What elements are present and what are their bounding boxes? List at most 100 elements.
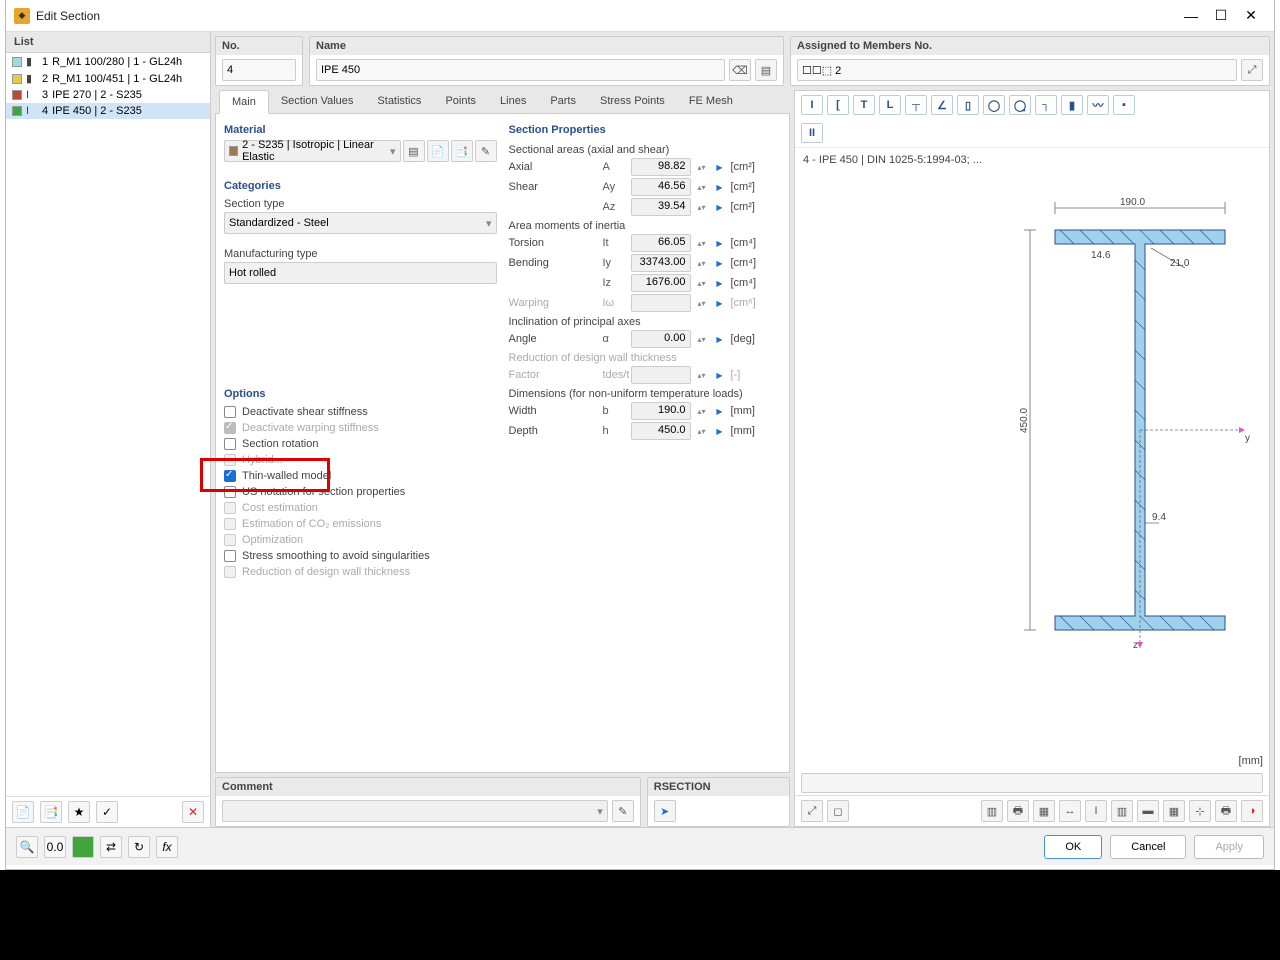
prop-value[interactable]: 450.0 bbox=[631, 422, 691, 440]
prop-value[interactable]: 66.05 bbox=[631, 234, 691, 252]
tab-main[interactable]: Main bbox=[219, 90, 269, 114]
shape-button[interactable]: ▮ bbox=[1061, 95, 1083, 115]
view-opt1-icon[interactable]: ▥ bbox=[981, 800, 1003, 822]
option-checkbox[interactable]: Deactivate shear stiffness bbox=[224, 404, 497, 420]
comment-edit-icon[interactable]: ✎ bbox=[612, 800, 634, 822]
material-library-icon[interactable]: ▤ bbox=[403, 140, 425, 162]
tab-section-values[interactable]: Section Values bbox=[269, 90, 366, 113]
section-no-input[interactable] bbox=[222, 59, 296, 81]
list-item[interactable]: ▮1R_M1 100/280 | 1 - GL24h bbox=[6, 53, 210, 70]
shape-button[interactable]: ┬ bbox=[905, 95, 927, 115]
option-checkbox[interactable]: US notation for section properties bbox=[224, 484, 497, 500]
prop-value[interactable]: 1676.00 bbox=[631, 274, 691, 292]
tab-parts[interactable]: Parts bbox=[538, 90, 588, 113]
shape-button[interactable]: ┐ bbox=[1035, 95, 1057, 115]
shape-button[interactable]: L bbox=[879, 95, 901, 115]
tree-button[interactable]: ⇄ bbox=[100, 836, 122, 858]
apply-icon[interactable]: ▶ bbox=[713, 407, 727, 416]
option-checkbox[interactable]: Stress smoothing to avoid singularities bbox=[224, 548, 497, 564]
rsection-open-icon[interactable]: ➤ bbox=[654, 800, 676, 822]
shape-button[interactable]: ◯̱ bbox=[1009, 95, 1031, 115]
material-new-icon[interactable]: 📄 bbox=[427, 140, 449, 162]
color-button[interactable] bbox=[72, 836, 94, 858]
view-reset-icon[interactable]: ◻ bbox=[827, 800, 849, 822]
preview-filter-select[interactable] bbox=[801, 773, 1263, 793]
apply-icon[interactable]: ▶ bbox=[713, 259, 727, 268]
shape-button[interactable]: ∠ bbox=[931, 95, 953, 115]
comment-input[interactable]: ▾ bbox=[222, 800, 608, 822]
section-list[interactable]: ▮1R_M1 100/280 | 1 - GL24h▮2R_M1 100/451… bbox=[6, 53, 210, 796]
spinner-icon[interactable]: ▴▾ bbox=[695, 259, 709, 268]
shape-button[interactable]: I bbox=[801, 95, 823, 115]
maximize-button[interactable]: ☐ bbox=[1206, 7, 1236, 24]
spinner-icon[interactable]: ▴▾ bbox=[695, 239, 709, 248]
tab-statistics[interactable]: Statistics bbox=[365, 90, 433, 113]
check-button[interactable]: ✓ bbox=[96, 801, 118, 823]
pick-members-icon[interactable]: ⤢ bbox=[1241, 59, 1263, 81]
wire-icon[interactable]: ▥ bbox=[1111, 800, 1133, 822]
section-icon[interactable]: I bbox=[1085, 800, 1107, 822]
spinner-icon[interactable]: ▴▾ bbox=[695, 407, 709, 416]
new-button[interactable]: 📄 bbox=[12, 801, 34, 823]
shape-button[interactable]: ▯ bbox=[957, 95, 979, 115]
apply-icon[interactable]: ▶ bbox=[713, 427, 727, 436]
shape-button[interactable]: 〰 bbox=[1087, 95, 1109, 115]
units-button[interactable]: 0.0 bbox=[44, 836, 66, 858]
option-checkbox[interactable]: Thin-walled model bbox=[224, 468, 497, 484]
apply-icon[interactable]: ▶ bbox=[713, 203, 727, 212]
dim-icon[interactable]: ↔ bbox=[1059, 800, 1081, 822]
refresh-button[interactable]: ↻ bbox=[128, 836, 150, 858]
tab-lines[interactable]: Lines bbox=[488, 90, 538, 113]
view-fit-icon[interactable]: ⤢ bbox=[801, 800, 823, 822]
material-copy-icon[interactable]: 📑 bbox=[451, 140, 473, 162]
shape-button[interactable]: II bbox=[801, 123, 823, 143]
option-checkbox[interactable]: Section rotation bbox=[224, 436, 497, 452]
tab-fe-mesh[interactable]: FE Mesh bbox=[677, 90, 745, 113]
apply-icon[interactable]: ▶ bbox=[713, 163, 727, 172]
apply-icon[interactable]: ▶ bbox=[713, 335, 727, 344]
tab-points[interactable]: Points bbox=[433, 90, 488, 113]
edit-name-icon[interactable]: ⌫ bbox=[729, 59, 751, 81]
list-item[interactable]: I4IPE 450 | 2 - S235 bbox=[6, 103, 210, 119]
minimize-button[interactable]: — bbox=[1176, 8, 1206, 24]
list-item[interactable]: ▮2R_M1 100/451 | 1 - GL24h bbox=[6, 70, 210, 87]
spinner-icon[interactable]: ▴▾ bbox=[695, 203, 709, 212]
delete-button[interactable]: ✕ bbox=[182, 801, 204, 823]
fx-button[interactable]: fx bbox=[156, 836, 178, 858]
apply-icon[interactable]: ▶ bbox=[713, 279, 727, 288]
close-button[interactable]: ✕ bbox=[1236, 7, 1266, 24]
spinner-icon[interactable]: ▴▾ bbox=[695, 427, 709, 436]
print2-icon[interactable]: 🖶 bbox=[1215, 800, 1237, 822]
list-item[interactable]: I3IPE 270 | 2 - S235 bbox=[6, 87, 210, 103]
material-select[interactable]: 2 - S235 | Isotropic | Linear Elastic▾ bbox=[224, 140, 401, 162]
apply-icon[interactable]: ▶ bbox=[713, 239, 727, 248]
axes-icon[interactable]: ⊹ bbox=[1189, 800, 1211, 822]
section-preview[interactable]: 4 - IPE 450 | DIN 1025-5:1994-03; ... 19… bbox=[795, 148, 1269, 771]
ok-button[interactable]: OK bbox=[1044, 835, 1102, 859]
spinner-icon[interactable]: ▴▾ bbox=[695, 335, 709, 344]
help-button[interactable]: 🔍 bbox=[16, 836, 38, 858]
prop-value[interactable]: 0.00 bbox=[631, 330, 691, 348]
solid-icon[interactable]: ▬ bbox=[1137, 800, 1159, 822]
shape-button[interactable]: T bbox=[853, 95, 875, 115]
prop-value[interactable]: 190.0 bbox=[631, 402, 691, 420]
apply-icon[interactable]: ▶ bbox=[713, 183, 727, 192]
shape-button[interactable]: [ bbox=[827, 95, 849, 115]
copy-button[interactable]: 📑 bbox=[40, 801, 62, 823]
prop-value[interactable]: 98.82 bbox=[631, 158, 691, 176]
spinner-icon[interactable]: ▴▾ bbox=[695, 279, 709, 288]
error-icon[interactable]: ◑ bbox=[1241, 800, 1263, 822]
shape-button[interactable]: ◯ bbox=[983, 95, 1005, 115]
prop-value[interactable]: 46.56 bbox=[631, 178, 691, 196]
section-name-input[interactable] bbox=[316, 59, 725, 81]
spinner-icon[interactable]: ▴▾ bbox=[695, 183, 709, 192]
prop-value[interactable]: 33743.00 bbox=[631, 254, 691, 272]
cancel-button[interactable]: Cancel bbox=[1110, 835, 1186, 859]
print-icon[interactable]: 🖶 bbox=[1007, 800, 1029, 822]
render-icon[interactable]: ▦ bbox=[1033, 800, 1055, 822]
library-icon[interactable]: ▤ bbox=[755, 59, 777, 81]
tab-stress-points[interactable]: Stress Points bbox=[588, 90, 677, 113]
favorites-button[interactable]: ★ bbox=[68, 801, 90, 823]
grid-icon[interactable]: ▦ bbox=[1163, 800, 1185, 822]
spinner-icon[interactable]: ▴▾ bbox=[695, 163, 709, 172]
